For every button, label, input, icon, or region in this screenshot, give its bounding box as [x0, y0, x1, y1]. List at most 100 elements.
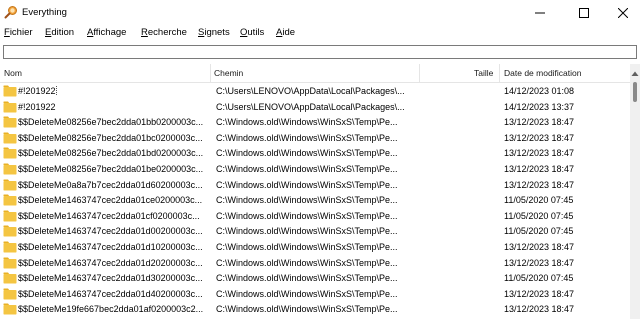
row-date: 14/12/2023 01:08 — [504, 86, 575, 96]
table-row[interactable]: $$DeleteMe1463747cec2dda01ce0200003c... C… — [0, 193, 628, 209]
table-row[interactable]: $$DeleteMe0a8a7b7cec2dda01d60200003c... C… — [0, 178, 628, 194]
folder-icon — [3, 179, 17, 191]
folder-icon — [3, 132, 17, 144]
table-row[interactable]: $$DeleteMe08256e7bec2dda01bd0200003c... C… — [0, 146, 628, 162]
menu-label: dition — [51, 27, 75, 38]
table-row[interactable]: #!201922 C:\Users\LENOVO\AppData\Local\Pa… — [0, 100, 628, 116]
table-row[interactable]: $$DeleteMe1463747cec2dda01d20200003c... C… — [0, 256, 628, 272]
row-path: C:\Windows.old\Windows\WinSxS\Temp\Pe... — [216, 195, 398, 206]
row-name: #!201922 — [18, 102, 210, 112]
row-name: $$DeleteMe1463747cec2dda01ce0200003c... — [18, 195, 210, 205]
search-box[interactable] — [3, 45, 637, 59]
column-divider[interactable] — [210, 64, 211, 83]
table-row[interactable]: $$DeleteMe1463747cec2dda01cf0200003c... C… — [0, 209, 628, 225]
menu-outils[interactable]: Outils — [240, 27, 264, 38]
table-row[interactable]: $$DeleteMe1463747cec2dda01d00200003c... C… — [0, 224, 628, 240]
row-date: 11/05/2020 07:45 — [504, 226, 574, 237]
row-name-text: $$DeleteMe1463747cec2dda01d30200003c... — [18, 273, 203, 284]
table-row[interactable]: $$DeleteMe08256e7bec2dda01bc0200003c... C… — [0, 131, 628, 147]
table-row[interactable]: $$DeleteMe19fe667bec2dda01af0200003c2...… — [0, 302, 628, 318]
row-date: 13/12/2023 18:47 — [504, 148, 575, 159]
folder-icon — [3, 194, 17, 206]
magnifier-icon — [4, 6, 17, 19]
row-name-text: $$DeleteMe1463747cec2dda01cf0200003c... — [18, 210, 200, 221]
row-name: $$DeleteMe1463747cec2dda01d00200003c... — [18, 226, 210, 236]
row-name: $$DeleteMe1463747cec2dda01d10200003c... — [18, 242, 210, 252]
row-path: C:\Windows.old\Windows\WinSxS\Temp\Pe... — [216, 117, 398, 128]
results-list: #!201922 C:\Users\LENOVO\AppData\Local\Pa… — [0, 84, 628, 319]
row-name: $$DeleteMe1463747cec2dda01d20200003c... — [18, 258, 210, 268]
vertical-scrollbar[interactable] — [630, 64, 640, 319]
row-date: 14/12/2023 13:37 — [504, 101, 575, 112]
table-row[interactable]: $$DeleteMe1463747cec2dda01d10200003c... C… — [0, 240, 628, 256]
title-bar: Everything — [0, 0, 640, 25]
row-name-text: $$DeleteMe08256e7bec2dda01bb0200003c... — [18, 117, 204, 128]
table-row[interactable]: $$DeleteMe08256e7bec2dda01bb0200003c... C… — [0, 115, 628, 131]
row-name-text: $$DeleteMe1463747cec2dda01ce0200003c... — [18, 195, 203, 206]
row-path: C:\Windows.old\Windows\WinSxS\Temp\Pe... — [216, 179, 398, 190]
folder-icon — [3, 257, 17, 269]
row-path: C:\Users\LENOVO\AppData\Local\Packages\.… — [216, 86, 405, 96]
table-row[interactable]: $$DeleteMe1463747cec2dda01d40200003c... C… — [0, 287, 628, 303]
maximize-button[interactable] — [562, 0, 606, 25]
table-row[interactable]: #!201922 C:\Users\LENOVO\AppData\Local\Pa… — [0, 84, 628, 100]
row-name: $$DeleteMe0a8a7b7cec2dda01d60200003c... — [18, 180, 210, 190]
column-header-path[interactable]: Chemin — [214, 68, 243, 78]
column-header: Nom Chemin Taille Date de modification — [0, 64, 630, 83]
row-path: C:\Users\LENOVO\AppData\Local\Packages\.… — [216, 101, 405, 112]
search-input[interactable] — [4, 46, 636, 58]
menu-affichage[interactable]: Affichage — [87, 27, 126, 38]
row-path: C:\Windows.old\Windows\WinSxS\Temp\Pe... — [216, 148, 398, 159]
folder-icon — [3, 303, 17, 315]
menu-edition[interactable]: Edition — [45, 27, 74, 38]
minimize-button[interactable] — [518, 0, 562, 25]
row-name: $$DeleteMe1463747cec2dda01cf0200003c... — [18, 211, 210, 221]
table-row[interactable]: $$DeleteMe08256e7bec2dda01be0200003c... C… — [0, 162, 628, 178]
folder-icon — [3, 116, 17, 128]
row-name-text: $$DeleteMe08256e7bec2dda01be0200003c... — [18, 164, 204, 174]
row-name-text: $$DeleteMe1463747cec2dda01d00200003c... — [18, 226, 203, 237]
folder-icon — [3, 101, 17, 113]
menu-fichier[interactable]: Fichier — [4, 27, 33, 38]
folder-icon — [3, 272, 17, 284]
row-path: C:\Windows.old\Windows\WinSxS\Temp\Pe... — [216, 273, 398, 284]
maximize-icon — [579, 7, 589, 18]
menu-label: utils — [247, 27, 265, 38]
close-icon — [618, 7, 628, 18]
folder-icon — [3, 225, 17, 237]
row-name-text: $$DeleteMe08256e7bec2dda01bd0200003c... — [18, 148, 204, 159]
row-name: $$DeleteMe08256e7bec2dda01be0200003c... — [18, 164, 210, 174]
column-header-date[interactable]: Date de modification — [504, 68, 582, 78]
row-name: $$DeleteMe08256e7bec2dda01bb0200003c... — [18, 117, 210, 127]
row-name: $$DeleteMe1463747cec2dda01d40200003c... — [18, 289, 210, 299]
menu-bar: Fichier Edition Affichage Recherche Sign… — [0, 25, 640, 42]
table-row[interactable]: $$DeleteMe1463747cec2dda01d30200003c... C… — [0, 271, 628, 287]
close-button[interactable] — [606, 0, 640, 25]
scroll-up-arrow-icon[interactable] — [631, 70, 639, 78]
row-name-text: $$DeleteMe08256e7bec2dda01bc0200003c... — [18, 132, 203, 143]
folder-icon — [3, 147, 17, 159]
menu-recherche[interactable]: Recherche — [141, 27, 187, 38]
row-name-text: $$DeleteMe19fe667bec2dda01af0200003c2... — [18, 304, 204, 315]
row-path: C:\Windows.old\Windows\WinSxS\Temp\Pe... — [216, 257, 398, 268]
folder-icon — [3, 241, 17, 253]
row-path: C:\Windows.old\Windows\WinSxS\Temp\Pe... — [216, 132, 398, 143]
menu-label: echerche — [147, 27, 187, 38]
row-name-text: $$DeleteMe1463747cec2dda01d40200003c... — [18, 288, 203, 299]
column-divider[interactable] — [499, 64, 500, 83]
folder-icon — [3, 163, 17, 175]
scrollbar-thumb[interactable] — [633, 82, 637, 102]
row-path: C:\Windows.old\Windows\WinSxS\Temp\Pe... — [216, 226, 398, 237]
row-date: 13/12/2023 18:47 — [504, 242, 575, 252]
column-header-name[interactable]: Nom — [4, 68, 22, 78]
menu-aide[interactable]: Aide — [276, 27, 295, 38]
row-name-text: #!201922 — [18, 86, 57, 96]
row-date: 11/05/2020 07:45 — [504, 195, 574, 206]
row-name: $$DeleteMe19fe667bec2dda01af0200003c2... — [18, 304, 210, 314]
row-name-text: $$DeleteMe1463747cec2dda01d10200003c... — [18, 242, 203, 252]
column-divider[interactable] — [419, 64, 420, 83]
row-date: 13/12/2023 18:47 — [504, 164, 575, 174]
row-path: C:\Windows.old\Windows\WinSxS\Temp\Pe... — [216, 242, 398, 252]
menu-signets[interactable]: Signets — [198, 27, 230, 38]
column-header-size[interactable]: Taille — [474, 68, 493, 78]
